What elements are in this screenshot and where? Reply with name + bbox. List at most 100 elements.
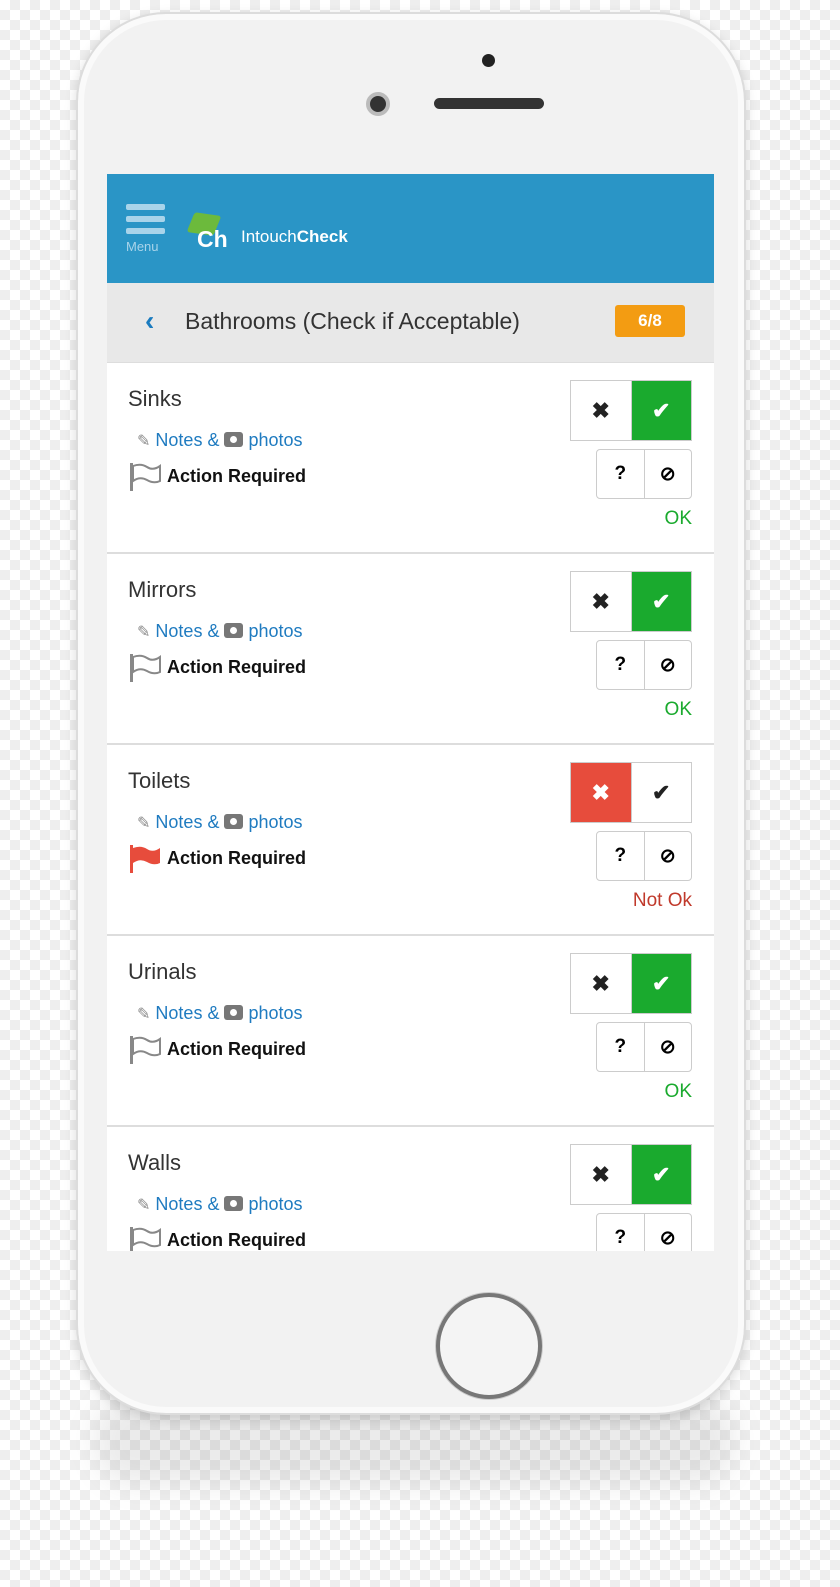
checklist: Sinks ✎ Notes & photos Action Required ✖… — [107, 363, 714, 1251]
camera-icon — [224, 623, 244, 638]
edit-icon: ✎ — [137, 1006, 151, 1023]
not-applicable-button[interactable]: ⊘ — [643, 832, 692, 880]
question-icon: ? — [614, 654, 627, 675]
not-applicable-button[interactable]: ⊘ — [643, 1023, 692, 1071]
earpiece-speaker — [434, 98, 544, 109]
notes-label: Notes & — [155, 812, 220, 832]
photos-label: photos — [248, 430, 303, 450]
flag-outline-icon — [130, 463, 161, 491]
pass-button[interactable]: ✔ — [630, 1145, 691, 1204]
notes-photos-link[interactable]: ✎ Notes & photos — [137, 1003, 303, 1024]
fail-button[interactable]: ✖ — [571, 954, 631, 1013]
notes-photos-link[interactable]: ✎ Notes & photos — [137, 812, 303, 833]
notes-label: Notes & — [155, 1003, 220, 1023]
app-header: Menu Ch IntouchCheck — [107, 174, 714, 283]
progress-badge: 6/8 — [615, 305, 685, 337]
flag-filled-icon — [130, 845, 160, 873]
question-icon: ? — [614, 463, 627, 484]
notes-label: Notes & — [155, 621, 220, 641]
camera-icon — [224, 432, 244, 447]
action-required-toggle[interactable]: Action Required — [129, 654, 306, 682]
x-icon: ✖ — [591, 397, 610, 423]
notes-photos-link[interactable]: ✎ Notes & photos — [137, 430, 303, 451]
ban-icon: ⊘ — [659, 654, 676, 676]
fail-button[interactable]: ✖ — [571, 381, 631, 440]
not-applicable-button[interactable]: ⊘ — [643, 450, 692, 498]
photos-label: photos — [248, 1194, 303, 1214]
unsure-na-group: ? ⊘ — [596, 449, 692, 499]
pass-button[interactable]: ✔ — [630, 954, 691, 1013]
logo: Ch — [186, 212, 233, 254]
hamburger-icon-bar — [126, 216, 165, 222]
unsure-button[interactable]: ? — [597, 450, 644, 498]
notes-label: Notes & — [155, 1194, 220, 1214]
check-icon: ✔ — [652, 588, 671, 614]
unsure-button[interactable]: ? — [597, 832, 644, 880]
item-title: Mirrors — [128, 577, 197, 602]
action-required-toggle[interactable]: Action Required — [129, 463, 306, 491]
flag-outline-icon — [130, 1227, 161, 1251]
item-status: Not Ok — [632, 890, 692, 911]
home-button[interactable] — [436, 1293, 542, 1399]
flag-outline-icon — [130, 1036, 161, 1064]
section-title: Bathrooms (Check if Acceptable) — [185, 308, 520, 334]
check-icon: ✔ — [652, 970, 671, 996]
x-icon: ✖ — [591, 1161, 610, 1187]
action-required-toggle[interactable]: Action Required — [129, 845, 306, 873]
unsure-na-group: ? ⊘ — [596, 831, 692, 881]
app-screen: Menu Ch IntouchCheck ‹ Bathrooms (Check … — [107, 174, 714, 1251]
menu-button[interactable]: Menu — [126, 204, 166, 254]
question-icon: ? — [614, 845, 627, 866]
action-required-toggle[interactable]: Action Required — [129, 1227, 306, 1251]
item-title: Walls — [128, 1150, 181, 1175]
edit-icon: ✎ — [137, 433, 151, 450]
check-icon: ✔ — [652, 1161, 671, 1187]
pass-fail-group: ✖ ✔ — [570, 762, 692, 823]
unsure-button[interactable]: ? — [597, 641, 644, 689]
hamburger-icon-bar — [126, 228, 165, 234]
not-applicable-button[interactable]: ⊘ — [643, 641, 692, 689]
fail-button[interactable]: ✖ — [571, 763, 631, 822]
pass-button[interactable]: ✔ — [630, 381, 691, 440]
x-icon: ✖ — [591, 588, 610, 614]
ban-icon: ⊘ — [659, 845, 676, 867]
check-icon: ✔ — [652, 779, 671, 805]
item-title: Urinals — [128, 959, 197, 984]
logo-mark: Ch — [197, 226, 228, 252]
action-required-toggle[interactable]: Action Required — [129, 1036, 306, 1064]
x-icon: ✖ — [591, 970, 610, 996]
item-status: OK — [664, 508, 692, 529]
edit-icon: ✎ — [137, 815, 151, 832]
action-required-label: Action Required — [167, 465, 307, 486]
notes-label: Notes & — [155, 430, 220, 450]
back-chevron-icon[interactable]: ‹ — [145, 305, 154, 337]
brand-name: IntouchCheck — [241, 227, 348, 247]
fail-button[interactable]: ✖ — [571, 1145, 631, 1204]
pass-button[interactable]: ✔ — [630, 763, 691, 822]
question-icon: ? — [614, 1227, 627, 1248]
unsure-button[interactable]: ? — [597, 1214, 644, 1251]
notes-photos-link[interactable]: ✎ Notes & photos — [137, 1194, 303, 1215]
action-required-label: Action Required — [167, 847, 307, 868]
pass-button[interactable]: ✔ — [630, 572, 691, 631]
not-applicable-button[interactable]: ⊘ — [643, 1214, 692, 1251]
brand-prefix: Intouch — [241, 227, 297, 246]
notes-photos-link[interactable]: ✎ Notes & photos — [137, 621, 303, 642]
checklist-item: Urinals ✎ Notes & photos Action Required… — [107, 936, 714, 1127]
brand-suffix: Check — [296, 227, 348, 246]
check-icon: ✔ — [652, 397, 671, 423]
unsure-button[interactable]: ? — [597, 1023, 644, 1071]
unsure-na-group: ? ⊘ — [596, 640, 692, 690]
checklist-item: Mirrors ✎ Notes & photos Action Required… — [107, 554, 714, 745]
fail-button[interactable]: ✖ — [571, 572, 631, 631]
photos-label: photos — [248, 812, 303, 832]
ban-icon: ⊘ — [659, 1227, 676, 1249]
action-required-label: Action Required — [167, 656, 307, 677]
x-icon: ✖ — [591, 779, 610, 805]
photos-label: photos — [248, 1003, 303, 1023]
edit-icon: ✎ — [137, 624, 151, 641]
front-camera — [366, 92, 390, 116]
checklist-item: Toilets ✎ Notes & photos Action Required… — [107, 745, 714, 936]
hamburger-icon — [126, 204, 165, 210]
camera-icon — [224, 1196, 244, 1211]
